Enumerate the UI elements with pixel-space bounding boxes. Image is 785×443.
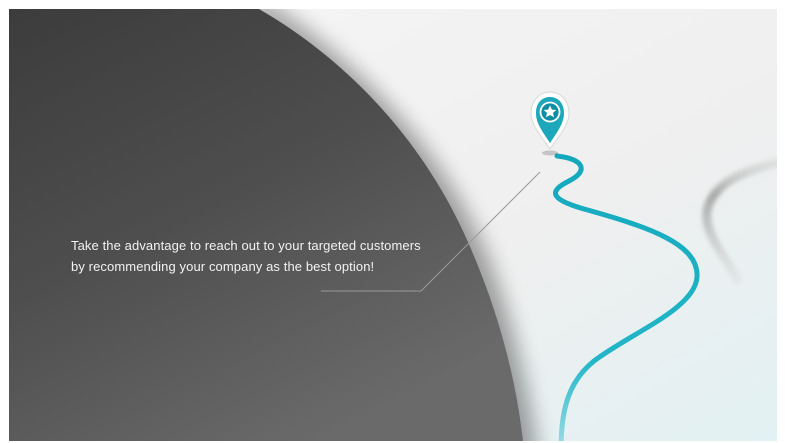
pin-shadow: [542, 150, 558, 156]
slide-artwork: [9, 9, 777, 441]
caption-line-2: by recommending your company as the best…: [71, 259, 375, 274]
slide-caption: Take the advantage to reach out to your …: [71, 235, 491, 277]
caption-line-1: Take the advantage to reach out to your …: [71, 238, 421, 253]
slide-frame: Take the advantage to reach out to your …: [9, 9, 777, 441]
